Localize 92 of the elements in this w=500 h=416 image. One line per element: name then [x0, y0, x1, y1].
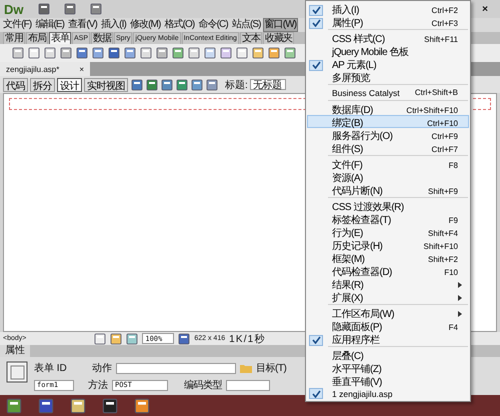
menu-item[interactable]: 数据库(D) Ctrl+Shift+F10 [307, 102, 469, 115]
form-icon [6, 361, 28, 383]
menu-item[interactable]: 属性(P) Ctrl+F3 [307, 15, 469, 28]
panel-tab[interactable]: 文本 [240, 32, 262, 44]
enctype-field[interactable] [226, 380, 270, 390]
form-control-icon[interactable] [44, 47, 56, 59]
menu-item[interactable]: 扩展(X) [307, 290, 469, 303]
panel-tab[interactable]: 常用 [3, 32, 25, 44]
close-button[interactable]: × [79, 64, 84, 74]
view-button[interactable]: 实时视图 [84, 78, 128, 92]
menu-item[interactable]: 代码片断(N) Shift+F9 [307, 183, 469, 196]
taskbar-icon[interactable] [6, 398, 22, 414]
menu-item[interactable]: 水平平铺(Z) [307, 361, 469, 374]
field-label: 编码类型 [184, 378, 222, 392]
form-control-icon[interactable] [236, 47, 248, 59]
form-control-icon[interactable] [156, 47, 168, 59]
toolbar-icon[interactable] [146, 78, 158, 90]
form-control-icon[interactable] [188, 47, 200, 59]
menu-item[interactable]: 绑定(B) Ctrl+F10 [307, 115, 469, 128]
view-button[interactable]: 拆分 [30, 78, 55, 92]
menu-item[interactable]: 1 zengjiajilu.asp [307, 387, 469, 400]
form-control-icon[interactable] [124, 47, 136, 59]
field-label: 标题: [225, 78, 248, 92]
field-label: 动作 [92, 362, 112, 375]
panel-tab[interactable]: 收藏夹 [262, 32, 294, 44]
form-control-icon[interactable] [76, 47, 88, 59]
menu-item[interactable]: 工作区布局(W) [307, 306, 469, 319]
form-control-icon[interactable] [172, 47, 184, 59]
form-control-icon[interactable] [140, 47, 152, 59]
app-logo: Dw [4, 2, 24, 16]
field-label: 表单 ID [34, 362, 68, 375]
menu-item[interactable]: 框架(M) Shift+F2 [307, 251, 469, 264]
form-control-icon[interactable] [108, 47, 120, 59]
field-label: 方法 [88, 378, 108, 392]
panel-tab[interactable]: 数据 [91, 32, 114, 44]
menu-item[interactable]: 命令(C) [196, 18, 230, 32]
panel-tab[interactable]: 属性 [0, 345, 30, 357]
close-button[interactable]: × [474, 4, 496, 14]
menu-item[interactable]: 查看(V) [66, 18, 99, 32]
menu-item[interactable]: AP 元素(L) [307, 57, 469, 70]
menu-item[interactable]: 服务器行为(O) Ctrl+F9 [307, 128, 469, 141]
taskbar-icon[interactable] [102, 398, 118, 414]
form-control-icon[interactable] [60, 47, 72, 59]
form-control-icon[interactable] [284, 47, 296, 59]
view-button[interactable]: 代码 [3, 78, 28, 92]
menu-item[interactable]: 代码检查器(D) F10 [307, 264, 469, 277]
toolbar-icon[interactable] [161, 78, 173, 90]
form-control-icon[interactable] [12, 47, 24, 59]
toolbar-icon[interactable] [176, 78, 188, 90]
menu-item[interactable]: 窗口(W) [262, 18, 298, 32]
menu-item[interactable]: 结果(R) [307, 277, 469, 290]
form-control-icon[interactable] [92, 47, 104, 59]
menu-item[interactable]: 历史记录(H) Shift+F10 [307, 238, 469, 251]
view-button[interactable]: 设计 [57, 78, 82, 92]
action-field[interactable] [116, 362, 236, 374]
menu-item[interactable]: 站点(S) [230, 18, 263, 32]
field-label: 目标(T) [256, 362, 286, 375]
menu-item[interactable]: 应用程序栏 [307, 332, 469, 345]
form-control-icon[interactable] [220, 47, 232, 59]
toolbar-icon[interactable] [206, 78, 218, 90]
menu-item[interactable]: 文件(F) [1, 18, 34, 32]
menu-item[interactable]: 格式(O) [162, 18, 196, 32]
taskbar-icon[interactable] [38, 398, 54, 414]
menu-item[interactable]: 组件(S) Ctrl+F7 [307, 141, 469, 154]
menu-item[interactable]: 插入(I) Ctrl+F2 [307, 2, 469, 15]
menu-item[interactable]: 修改(M) [128, 18, 162, 32]
menu-item[interactable]: 文件(F) F8 [307, 157, 469, 170]
menu-item[interactable]: 垂直平铺(V) [307, 374, 469, 387]
panel-tab[interactable]: 表单 [49, 32, 71, 44]
menu-item[interactable]: 插入(I) [98, 18, 128, 32]
taskbar-icon[interactable] [134, 398, 150, 414]
panel-tab[interactable]: 布局 [26, 32, 48, 44]
form-control-icon[interactable] [28, 47, 40, 59]
menu-item[interactable]: 多屏预览 [307, 70, 469, 83]
menu-item[interactable]: 资源(A) [307, 170, 469, 183]
document-tab[interactable]: zengjiajilu.asp* × [0, 62, 90, 76]
title-field[interactable]: 无标题 [250, 79, 286, 90]
menu-item[interactable]: CSS 过渡效果(R) [307, 199, 469, 212]
toolbar-icon[interactable] [191, 78, 203, 90]
toolbar-icon[interactable] [131, 78, 143, 90]
form-control-icon[interactable] [204, 47, 216, 59]
menu-item[interactable]: 行为(E) Shift+F4 [307, 225, 469, 238]
menu-item[interactable]: CSS 样式(C) Shift+F11 [307, 31, 469, 44]
taskbar-icon[interactable] [70, 398, 86, 414]
menu-item[interactable]: 隐藏面板(P) F4 [307, 319, 469, 332]
form-control-icon[interactable] [268, 47, 280, 59]
menu-item[interactable]: Business Catalyst Ctrl+Shift+B [307, 86, 469, 99]
menu-item[interactable]: 编辑(E) [33, 18, 66, 32]
form-control-icon[interactable] [252, 47, 264, 59]
download-time: 1 K / 1 秒 [229, 332, 264, 346]
menu-item[interactable]: 层叠(C) [307, 348, 469, 361]
menu-item[interactable]: 标签检查器(T) F9 [307, 212, 469, 225]
